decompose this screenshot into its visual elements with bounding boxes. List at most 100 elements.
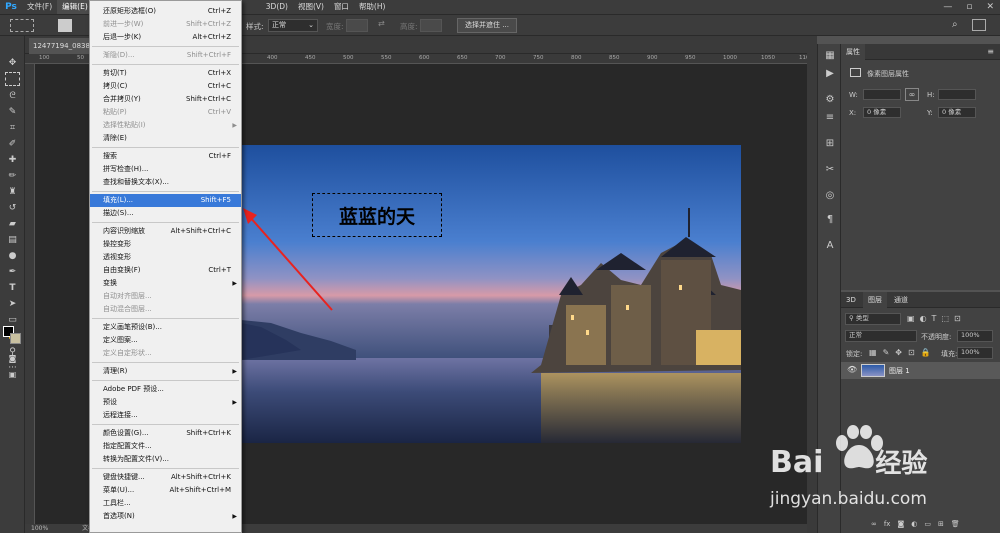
search-icon[interactable]: ⌕ (952, 19, 958, 30)
history-panel-icon[interactable]: ▦ (823, 48, 837, 62)
edit-menu-item[interactable]: 首选项(N) ▶ (90, 510, 241, 523)
dodge-tool-icon[interactable]: ● (5, 249, 20, 263)
lasso-tool-icon[interactable]: ᘓ (5, 89, 20, 103)
menu-edit[interactable]: 编辑(E) (57, 0, 93, 14)
edit-menu-item[interactable]: 拼写检查(H)... (90, 163, 241, 176)
tab-3d[interactable]: 3D (841, 292, 861, 308)
character-panel-icon[interactable]: A (823, 238, 837, 252)
edit-menu-item[interactable]: 变换 ▶ (90, 277, 241, 290)
width-input[interactable] (346, 19, 368, 32)
rectangle-tool-icon[interactable]: ▭ (5, 313, 20, 327)
edit-menu-item[interactable]: 操控变形 (90, 238, 241, 251)
tool-presets-icon[interactable]: ✂ (823, 162, 837, 176)
y-input[interactable]: 0 像素 (938, 107, 976, 118)
marquee-preset-icon[interactable] (10, 19, 34, 32)
menu-3d[interactable]: 3D(D) (261, 0, 293, 14)
x-input[interactable]: 0 像素 (863, 107, 901, 118)
edit-menu-item[interactable]: 后退一步(K) Alt+Ctrl+Z (90, 31, 241, 44)
filter-adjust-icon[interactable]: ◐ (920, 314, 927, 323)
h-input[interactable] (938, 89, 976, 100)
brush-tool-icon[interactable]: ✏ (5, 169, 20, 183)
opacity-input[interactable]: 100% (957, 330, 993, 342)
edit-menu-item[interactable]: 自由变换(F) Ctrl+T (90, 264, 241, 277)
edit-menu-item[interactable]: 查找和替换文本(X)... (90, 176, 241, 189)
gradient-tool-icon[interactable]: ▤ (5, 233, 20, 247)
swap-icon[interactable]: ⇄ (378, 19, 385, 28)
filter-pixel-icon[interactable]: ▣ (907, 314, 915, 323)
new-selection-icon[interactable] (58, 19, 72, 32)
workspace-icon[interactable] (972, 19, 986, 31)
edit-menu-item[interactable]: 键盘快捷键... Alt+Shift+Ctrl+K (90, 471, 241, 484)
tab-properties[interactable]: 属性 (841, 44, 865, 60)
stamp-tool-icon[interactable]: ♜ (5, 185, 20, 199)
type-tool-icon[interactable]: T (5, 281, 20, 295)
lock-position-icon[interactable]: ✥ (895, 348, 902, 357)
actions-panel-icon[interactable]: ▶ (823, 66, 837, 80)
edit-menu-item[interactable]: 搜索 Ctrl+F (90, 150, 241, 163)
edit-menu-item[interactable]: 填充(L)... Shift+F5 (90, 194, 241, 207)
quick-select-tool-icon[interactable]: ✎ (5, 105, 20, 119)
layer-visibility-eye-icon[interactable]: 👁 (847, 365, 857, 374)
lock-artboard-icon[interactable]: ⊡ (908, 348, 915, 357)
lock-transparent-icon[interactable]: ▦ (869, 348, 877, 357)
edit-menu-item[interactable]: 透视变形 (90, 251, 241, 264)
maximize-icon[interactable]: ▫ (966, 2, 972, 12)
edit-menu-item[interactable]: 远程连接... (90, 409, 241, 422)
edit-menu-item[interactable]: 清理(R) ▶ (90, 365, 241, 378)
link-icon[interactable]: ∞ (905, 88, 919, 101)
path-select-tool-icon[interactable]: ➤ (5, 297, 20, 311)
edit-menu-item[interactable]: 描边(S)... (90, 207, 241, 220)
blend-mode-select[interactable]: 正常 (845, 330, 917, 342)
edit-menu-item[interactable]: 剪切(T) Ctrl+X (90, 67, 241, 80)
edit-menu-item[interactable]: 定义图案... (90, 334, 241, 347)
edit-menu-item[interactable]: 定义画笔预设(B)... (90, 321, 241, 334)
edit-menu-item[interactable]: 合并拷贝(Y) Shift+Ctrl+C (90, 93, 241, 106)
edit-menu-item[interactable]: 菜单(U)... Alt+Shift+Ctrl+M (90, 484, 241, 497)
edit-menu-item[interactable]: 颜色设置(G)... Shift+Ctrl+K (90, 427, 241, 440)
history-brush-tool-icon[interactable]: ↺ (5, 201, 20, 215)
layer-row[interactable]: 👁 图层 1 (841, 362, 1000, 379)
panel-menu-icon[interactable]: ≡ (987, 47, 994, 56)
filter-shape-icon[interactable]: ⬚ (941, 314, 949, 323)
quick-mask-icon[interactable]: ◙ (5, 351, 20, 365)
tab-layers[interactable]: 图层 (863, 292, 887, 308)
edit-menu-item[interactable]: 工具栏... (90, 497, 241, 510)
close-icon[interactable]: ✕ (986, 2, 994, 12)
marquee-tool-icon[interactable] (5, 72, 20, 86)
edit-menu-item[interactable]: 转换为配置文件(V)... (90, 453, 241, 466)
zoom-level[interactable]: 100% (31, 525, 48, 532)
swatches-panel-icon[interactable]: ◎ (823, 188, 837, 202)
edit-menu-item[interactable]: 指定配置文件... (90, 440, 241, 453)
menu-view[interactable]: 视图(V) (293, 0, 329, 14)
menu-help[interactable]: 帮助(H) (354, 0, 391, 14)
crop-tool-icon[interactable]: ⌗ (5, 121, 20, 135)
menu-file[interactable]: 文件(F) (22, 0, 57, 14)
filter-smart-icon[interactable]: ⊡ (954, 314, 961, 323)
lock-all-icon[interactable]: 🔒 (921, 348, 931, 357)
healing-brush-tool-icon[interactable]: ✚ (5, 153, 20, 167)
select-and-mask-button[interactable]: 选择并遮住 ... (457, 18, 517, 33)
edit-menu-item[interactable]: 清除(E) (90, 132, 241, 145)
layer-filter-select[interactable]: ⚲ 类型 (845, 313, 901, 325)
screen-mode-icon[interactable]: ▣ (5, 367, 20, 381)
edit-menu-item[interactable]: 拷贝(C) Ctrl+C (90, 80, 241, 93)
menu-window[interactable]: 窗口 (329, 0, 354, 14)
eyedropper-tool-icon[interactable]: ✐ (5, 137, 20, 151)
tab-channels[interactable]: 通道 (889, 292, 913, 308)
edit-menu-item[interactable]: Adobe PDF 预设... (90, 383, 241, 396)
edit-menu-item[interactable]: 还原矩形选框(O) Ctrl+Z (90, 5, 241, 18)
height-input[interactable] (420, 19, 442, 32)
filter-type-icon[interactable]: T (932, 314, 937, 323)
minimize-icon[interactable]: — (943, 2, 952, 12)
move-tool-icon[interactable]: ✥ (5, 56, 20, 70)
edit-menu-item[interactable]: 预设 ▶ (90, 396, 241, 409)
layer-name[interactable]: 图层 1 (889, 366, 910, 376)
w-input[interactable] (863, 89, 901, 100)
eraser-tool-icon[interactable]: ▰ (5, 217, 20, 231)
edit-menu-item[interactable]: 内容识别缩放 Alt+Shift+Ctrl+C (90, 225, 241, 238)
background-color-swatch[interactable] (10, 333, 21, 344)
fill-input[interactable]: 100% (957, 347, 993, 359)
sliders-panel-icon[interactable]: ≡ (823, 110, 837, 124)
lock-pixels-icon[interactable]: ✎ (883, 348, 890, 357)
paragraph-panel-icon[interactable]: ¶ (823, 212, 837, 226)
